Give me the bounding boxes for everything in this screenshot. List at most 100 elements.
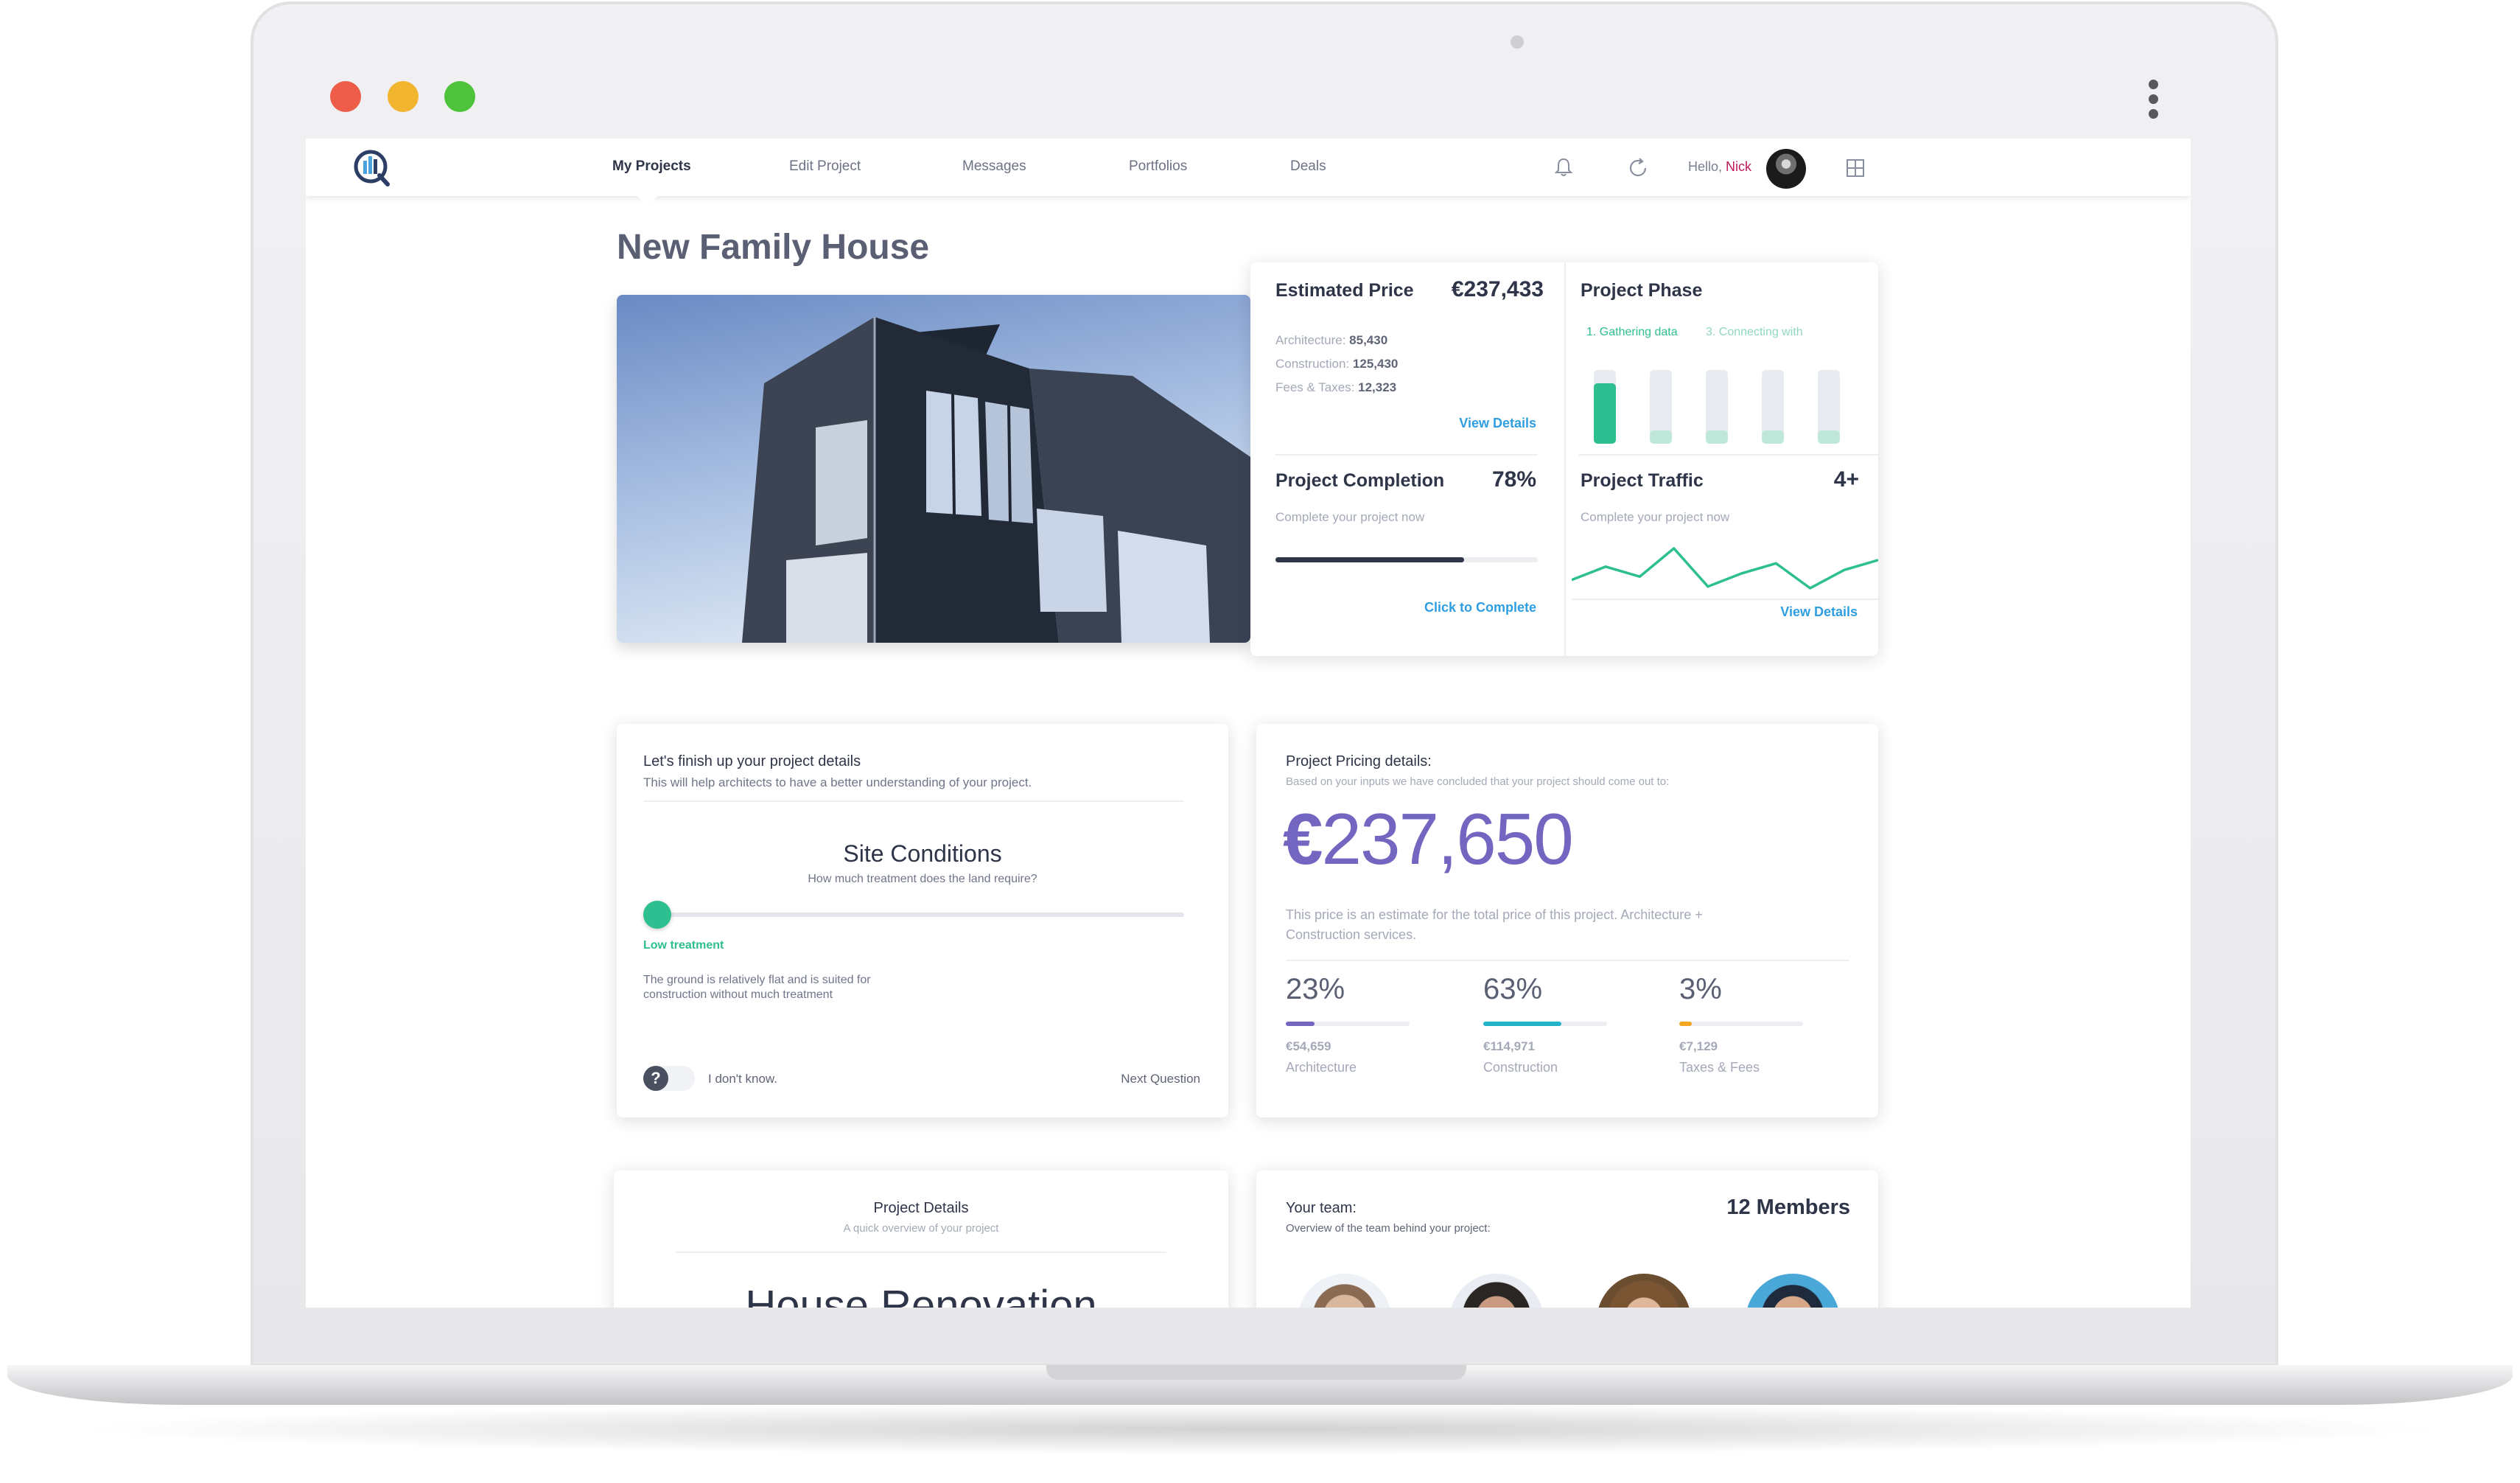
price-line-fees: Fees & Taxes: 12,323 [1275, 380, 1397, 394]
team-card: Your team: 12 Members Overview of the te… [1256, 1170, 1878, 1308]
questionnaire-title: Let's finish up your project details [643, 753, 861, 770]
stats-divider-left [1275, 454, 1538, 456]
project-details-card: Project Details A quick overview of your… [614, 1170, 1228, 1308]
architecture-amount: €54,659 [1286, 1039, 1331, 1053]
user-avatar[interactable] [1766, 149, 1806, 189]
taxes-label: Taxes & Fees [1679, 1060, 1760, 1075]
top-navbar: My Projects Edit Project Messages Portfo… [306, 139, 2191, 196]
team-member-avatar[interactable] [1746, 1274, 1840, 1308]
laptop-notch [1046, 1365, 1466, 1380]
project-stats-card: Estimated Price €237,433 Architecture: 8… [1250, 262, 1878, 656]
estimated-price-value: €237,433 [1451, 277, 1544, 301]
pricing-subtitle: Based on your inputs we have concluded t… [1286, 775, 1670, 788]
phase-bar-fill [1706, 430, 1728, 444]
project-details-title: Project Details [873, 1200, 969, 1216]
question-title: Site Conditions [843, 840, 1002, 867]
team-title: Your team: [1286, 1200, 1357, 1216]
construction-label: Construction [1483, 1060, 1558, 1075]
app-screen: My Projects Edit Project Messages Portfo… [306, 139, 2191, 1308]
completion-title: Project Completion [1275, 470, 1445, 491]
architecture-label: Architecture [1286, 1060, 1357, 1075]
nav-deals[interactable]: Deals [1290, 158, 1326, 175]
phase-bar [1594, 370, 1616, 444]
dont-know-label[interactable]: I don't know. [708, 1072, 777, 1086]
completion-value: 78% [1491, 467, 1536, 492]
completion-progress-fill [1275, 557, 1465, 562]
user-name: Nick [1726, 159, 1752, 174]
pricing-currency: € [1283, 798, 1323, 879]
price-line-construction: Construction: 125,430 [1275, 357, 1399, 371]
next-question-button[interactable]: Next Question [1121, 1072, 1200, 1086]
pricing-card: Project Pricing details: Based on your i… [1256, 724, 1878, 1117]
stats-divider-vertical [1564, 262, 1566, 656]
window-maximize-button[interactable] [444, 81, 475, 112]
kebab-menu-icon[interactable] [2149, 80, 2159, 124]
dont-know-toggle[interactable]: ? [643, 1066, 695, 1091]
traffic-divider [1572, 599, 1878, 600]
pricing-total: €237,650 [1283, 798, 1574, 881]
nav-active-caret [637, 196, 658, 206]
traffic-view-details-link[interactable]: View Details [1780, 604, 1858, 620]
nav-edit-project[interactable]: Edit Project [789, 158, 861, 175]
taxes-bar-fill [1679, 1022, 1692, 1026]
construction-bar-fill [1483, 1022, 1561, 1026]
building-illustration [742, 317, 1250, 643]
click-to-complete-link[interactable]: Click to Complete [1424, 600, 1536, 615]
project-details-divider [676, 1252, 1166, 1253]
team-member-avatar[interactable] [1597, 1274, 1691, 1308]
architecture-percent: 23% [1286, 973, 1345, 1005]
treatment-slider-track[interactable] [643, 913, 1184, 917]
team-member-avatar[interactable] [1449, 1274, 1544, 1308]
questionnaire-subtitle: This will help architects to have a bett… [643, 775, 1032, 789]
pricing-amount: 237,650 [1321, 798, 1574, 879]
price-line-architecture: Architecture: 85,430 [1275, 333, 1388, 347]
nav-my-projects[interactable]: My Projects [612, 158, 691, 175]
window-close-button[interactable] [330, 81, 361, 112]
app-logo-icon[interactable] [353, 149, 391, 187]
traffic-value: 4+ [1833, 467, 1859, 492]
phase-next-label: 3. Connecting with [1706, 326, 1803, 338]
completion-subtitle: Complete your project now [1275, 510, 1425, 524]
laptop-shadow [66, 1403, 2454, 1455]
taxes-bar-track [1679, 1022, 1803, 1026]
architecture-bar-fill [1286, 1022, 1315, 1026]
construction-amount: €114,971 [1483, 1039, 1535, 1053]
phase-bar-fill [1818, 430, 1840, 444]
construction-percent: 63% [1483, 973, 1543, 1005]
traffic-line [1572, 547, 1878, 590]
price-view-details-link[interactable]: View Details [1459, 416, 1536, 431]
phase-bar [1650, 370, 1672, 444]
project-name: House Renovation [745, 1282, 1097, 1308]
traffic-sparkline [1572, 547, 1878, 590]
questionnaire-card: Let's finish up your project details Thi… [617, 724, 1228, 1117]
grid-icon[interactable] [1845, 158, 1866, 178]
slider-value-label: Low treatment [643, 939, 724, 952]
nav-portfolios[interactable]: Portfolios [1129, 158, 1187, 175]
team-member-count: 12 Members [1726, 1196, 1850, 1219]
pricing-note: This price is an estimate for the total … [1286, 907, 1703, 942]
slider-value-description: The ground is relatively flat and is sui… [643, 974, 871, 1001]
phase-bar-fill [1594, 383, 1616, 444]
phase-current-label: 1. Gathering data [1586, 326, 1678, 338]
project-photo [617, 295, 1250, 643]
bell-icon[interactable] [1553, 156, 1575, 178]
taxes-amount: €7,129 [1679, 1039, 1718, 1053]
window-minimize-button[interactable] [388, 81, 419, 112]
questionnaire-divider [643, 800, 1184, 802]
pricing-divider [1286, 960, 1849, 961]
architecture-bar-track [1286, 1022, 1410, 1026]
pricing-title: Project Pricing details: [1286, 753, 1432, 770]
project-phase-title: Project Phase [1581, 280, 1703, 301]
project-details-subtitle: A quick overview of your project [843, 1222, 999, 1235]
traffic-title: Project Traffic [1581, 470, 1704, 491]
phase-bar [1818, 370, 1840, 444]
refresh-icon[interactable] [1626, 156, 1650, 180]
estimated-price-title: Estimated Price [1275, 280, 1414, 301]
team-member-avatar[interactable] [1298, 1274, 1392, 1308]
treatment-slider-handle[interactable] [643, 901, 671, 929]
nav-messages[interactable]: Messages [962, 158, 1026, 175]
phase-bar [1706, 370, 1728, 444]
traffic-subtitle: Complete your project now [1581, 510, 1730, 524]
stats-divider-right [1579, 454, 1878, 456]
team-subtitle: Overview of the team behind your project… [1286, 1222, 1491, 1235]
